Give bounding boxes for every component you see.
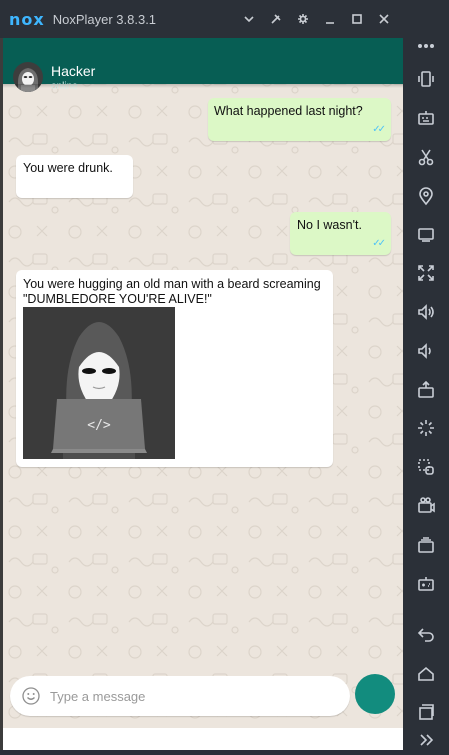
- video-record-icon[interactable]: [403, 492, 449, 520]
- message-text-line: You were hugging an old man with a beard…: [23, 277, 321, 291]
- loading-icon[interactable]: [403, 414, 449, 442]
- screen-icon[interactable]: [403, 221, 449, 249]
- more-icon[interactable]: [403, 32, 449, 60]
- apk-icon[interactable]: [403, 376, 449, 404]
- window-title: NoxPlayer 3.8.3.1: [52, 11, 157, 27]
- recent-apps-icon[interactable]: [403, 698, 449, 726]
- message-text: You were drunk.: [23, 161, 113, 175]
- titlebar-buttons: [235, 0, 397, 38]
- maximize-icon[interactable]: [343, 0, 370, 38]
- volume-down-icon[interactable]: [403, 337, 449, 365]
- read-receipt-icon: ✓✓: [372, 124, 386, 135]
- back-icon[interactable]: [403, 620, 449, 648]
- volume-up-icon[interactable]: [403, 298, 449, 326]
- laptop-code-label: </>: [87, 418, 111, 433]
- read-receipt-icon: ✓✓: [372, 238, 386, 249]
- macro-icon[interactable]: [403, 453, 449, 481]
- message-composer: [10, 676, 350, 716]
- message-bubble-outgoing[interactable]: What happened last night? ✓✓: [208, 98, 391, 141]
- message-bubble-outgoing[interactable]: No I wasn't. ✓✓: [290, 212, 391, 255]
- phone-screen: Hacker online What happened last night? …: [3, 38, 403, 750]
- emulator-sidebar: [403, 0, 449, 755]
- chevron-down-icon[interactable]: [235, 0, 262, 38]
- home-icon[interactable]: [403, 660, 449, 688]
- android-nav-bar: [3, 728, 403, 750]
- message-input[interactable]: [50, 686, 330, 706]
- message-text: You were hugging an old man with a beard…: [23, 277, 328, 307]
- window-bottom-edge: [0, 750, 403, 755]
- fullscreen-icon[interactable]: [403, 259, 449, 287]
- message-text: What happened last night?: [214, 104, 363, 118]
- message-bubble-incoming[interactable]: You were hugging an old man with a beard…: [16, 270, 333, 467]
- close-icon[interactable]: [370, 0, 397, 38]
- minimize-icon[interactable]: [316, 0, 343, 38]
- hacker-illustration: </>: [23, 307, 175, 459]
- gear-icon[interactable]: [289, 0, 316, 38]
- keyboard-icon[interactable]: [403, 104, 449, 132]
- message-text: No I wasn't.: [297, 218, 362, 232]
- send-button[interactable]: [355, 674, 395, 714]
- nox-logo: nox: [9, 9, 45, 29]
- location-icon[interactable]: [403, 182, 449, 210]
- message-text-line: "DUMBLEDORE YOU'RE ALIVE!": [23, 292, 212, 306]
- message-image[interactable]: </>: [23, 307, 175, 459]
- chat-header[interactable]: Hacker online: [3, 38, 403, 92]
- emoji-icon[interactable]: [22, 687, 40, 705]
- scissors-icon[interactable]: [403, 143, 449, 171]
- contact-name: Hacker: [51, 63, 96, 79]
- shake-icon[interactable]: [403, 65, 449, 93]
- multi-instance-icon[interactable]: [403, 531, 449, 559]
- expand-icon[interactable]: [403, 726, 449, 754]
- controller-icon[interactable]: [403, 570, 449, 598]
- pin-icon[interactable]: [262, 0, 289, 38]
- header-shadow: [3, 84, 403, 88]
- emulator-titlebar: nox NoxPlayer 3.8.3.1: [0, 0, 403, 38]
- message-bubble-incoming[interactable]: You were drunk.: [16, 155, 133, 198]
